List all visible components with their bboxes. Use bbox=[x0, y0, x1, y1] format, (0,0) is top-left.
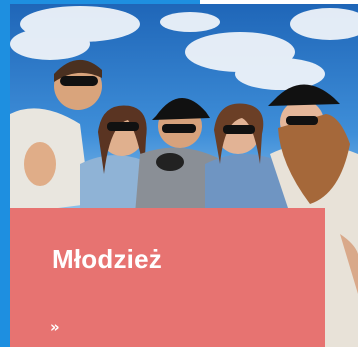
category-panel: Młodzież » bbox=[10, 208, 325, 347]
card-title: Młodzież bbox=[52, 244, 162, 274]
read-more-link[interactable]: » bbox=[50, 320, 60, 335]
category-card-mlodziez[interactable]: Młodzież » bbox=[0, 0, 358, 347]
double-chevron-right-icon: » bbox=[50, 318, 60, 336]
accent-left-strip bbox=[0, 0, 10, 347]
